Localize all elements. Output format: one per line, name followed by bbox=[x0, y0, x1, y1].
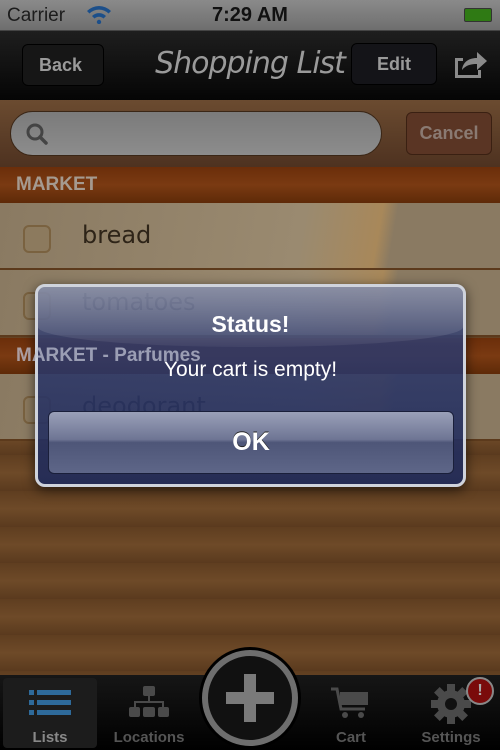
ok-button[interactable]: OK bbox=[48, 411, 454, 474]
checkbox[interactable] bbox=[23, 225, 51, 253]
settings-badge: ! bbox=[466, 677, 494, 705]
search-bar: Cancel bbox=[0, 100, 500, 167]
section-title: MARKET bbox=[16, 174, 98, 195]
plus-icon bbox=[226, 674, 274, 722]
edit-button[interactable]: Edit bbox=[351, 43, 437, 85]
tab-label: Cart bbox=[335, 729, 366, 746]
search-icon bbox=[26, 123, 48, 145]
gear-icon bbox=[431, 684, 471, 724]
alert-title: Status! bbox=[211, 311, 290, 337]
list-item[interactable]: bread bbox=[0, 203, 500, 270]
tab-label: Locations bbox=[113, 729, 185, 746]
status-bar: Carrier 7:29 AM bbox=[0, 0, 500, 31]
status-alert: Status! Your cart is empty! OK bbox=[35, 284, 466, 487]
section-title: MARKET - Parfumes bbox=[16, 345, 201, 366]
battery-icon bbox=[464, 8, 492, 22]
tab-locations[interactable]: Locations bbox=[103, 678, 195, 748]
search-input[interactable] bbox=[10, 111, 382, 156]
tab-label: Lists bbox=[32, 729, 68, 746]
clock: 7:29 AM bbox=[212, 4, 288, 26]
share-icon[interactable] bbox=[452, 48, 488, 80]
list-icon bbox=[29, 690, 71, 715]
cart-icon bbox=[331, 687, 368, 718]
item-name: bread bbox=[82, 221, 152, 249]
cancel-button[interactable]: Cancel bbox=[406, 112, 492, 155]
hierarchy-icon bbox=[129, 686, 169, 717]
add-item-button[interactable] bbox=[202, 650, 298, 746]
tab-lists[interactable]: Lists bbox=[3, 678, 97, 748]
tab-label: Settings bbox=[421, 729, 481, 746]
navigation-bar: Back Shopping List Edit bbox=[0, 31, 500, 100]
section-header: MARKET bbox=[0, 167, 500, 203]
tab-cart[interactable]: Cart bbox=[305, 678, 397, 748]
